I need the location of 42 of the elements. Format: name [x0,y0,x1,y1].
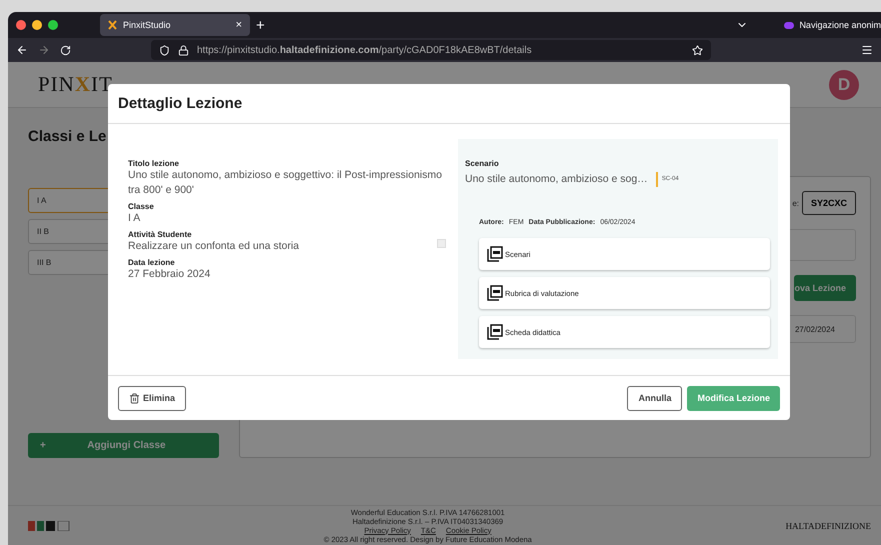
cancel-button[interactable]: Annulla [627,386,682,410]
field-value: Realizzare un confonta ed una storia [128,239,300,254]
pdf-file-icon [487,324,503,340]
lock-icon [178,44,189,56]
new-tab-button[interactable]: + [256,16,265,34]
logo-drawing [28,520,70,530]
tab-title: PinxitStudio [123,20,172,30]
field-label: Classe [128,202,155,211]
back-icon[interactable] [16,44,28,56]
x-logo-icon [108,20,117,30]
page-title: Classi e Le [28,128,106,145]
shield-icon [159,44,170,56]
field-label: Scenario [465,159,500,168]
field-value: 27 Febbraio 2024 [128,267,210,282]
reload-icon[interactable] [60,44,71,56]
square-icon [437,239,446,248]
pinxit-logo: PINXIT [38,72,113,97]
private-browsing-label: Navigazione anonim [799,20,881,30]
class-code-button[interactable]: SY2CXC [802,191,856,215]
delete-button[interactable]: Elimina [118,386,186,410]
menu-icon[interactable] [861,44,873,56]
brand-logo: HALTADEFINIZIONE [786,520,871,530]
browser-tab[interactable]: PinxitStudio × [100,14,250,36]
field-label: Data lezione [128,258,176,267]
url-text: https://pinxitstudio.haltadefinizione.com/party/cGAD0F18kAE8wBT/details [197,44,533,56]
field-label: Attività Studente [128,230,193,239]
pdf-file-icon [487,285,503,301]
field-value: Uno stile autonomo, ambizioso e sog… [465,172,648,187]
forward-icon[interactable] [38,44,50,56]
dialog-title: Dettaglio Lezione [118,95,242,112]
field-value: Uno stile autonomo, ambizioso e soggettivo: il Post-impressionismo tra 800' e 900' [128,168,443,198]
tab-close-button[interactable]: × [236,19,242,31]
field-value: I A [128,211,140,226]
minimize-window-button[interactable] [32,20,42,30]
pdf-file-icon [487,246,503,262]
close-window-button[interactable] [16,20,26,30]
code-label: e: [792,198,799,208]
maximize-window-button[interactable] [48,20,58,30]
star-icon[interactable] [692,44,703,56]
trash-icon [129,392,140,404]
address-bar[interactable]: https://pinxitstudio.haltadefinizione.com/party/cGAD0F18kAE8wBT/details [151,40,711,60]
field-label: Titolo lezione [128,159,180,168]
